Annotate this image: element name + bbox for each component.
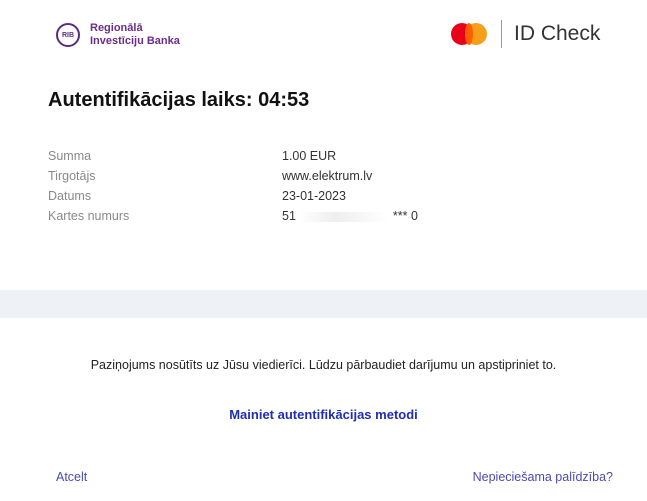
page-title: Autentifikācijas laiks: 04:53 (48, 89, 310, 111)
card-number-value: 51 *** 0 (282, 209, 418, 223)
detail-label: Kartes numurs (48, 209, 130, 223)
section-divider-band (0, 290, 647, 318)
mastercard-icon (449, 19, 495, 49)
logo-divider (501, 20, 502, 48)
cancel-link[interactable]: Atcelt (56, 470, 87, 484)
transaction-details: Summa 1.00 EUR Tirgotājs www.elektrum.lv… (48, 146, 418, 226)
bank-name-line2: Investīciju Banka (90, 35, 180, 47)
detail-label: Tirgotājs (48, 169, 96, 183)
detail-row-date: Datums 23-01-2023 (48, 186, 418, 206)
help-link[interactable]: Nepieciešama palīdzība? (473, 470, 613, 484)
bank-badge-icon: RIB (56, 23, 80, 47)
bank-logo: RIB Regionālā Investīciju Banka (56, 22, 180, 48)
detail-value: 1.00 EUR (282, 149, 337, 163)
detail-row-card-number: Kartes numurs 51 *** 0 (48, 206, 418, 226)
detail-value: www.elektrum.lv (282, 169, 373, 183)
id-check-logo: ID Check (449, 19, 600, 49)
id-check-label: ID Check (514, 22, 601, 45)
bank-name-line1: Regionālā (90, 22, 143, 34)
notice-text: Paziņojums nosūtīts uz Jūsu viedierīci. … (90, 358, 557, 372)
detail-row-merchant: Tirgotājs www.elektrum.lv (48, 166, 418, 186)
header: RIB Regionālā Investīciju Banka ID Check (0, 0, 647, 80)
card-mask (299, 211, 390, 222)
bank-name: Regionālā Investīciju Banka (90, 22, 180, 48)
detail-row-amount: Summa 1.00 EUR (48, 146, 418, 166)
detail-label: Datums (48, 189, 92, 203)
detail-label: Summa (48, 149, 92, 163)
change-auth-method-link[interactable]: Mainiet autentifikācijas metodi (0, 407, 647, 422)
detail-value: 23-01-2023 (282, 189, 346, 203)
